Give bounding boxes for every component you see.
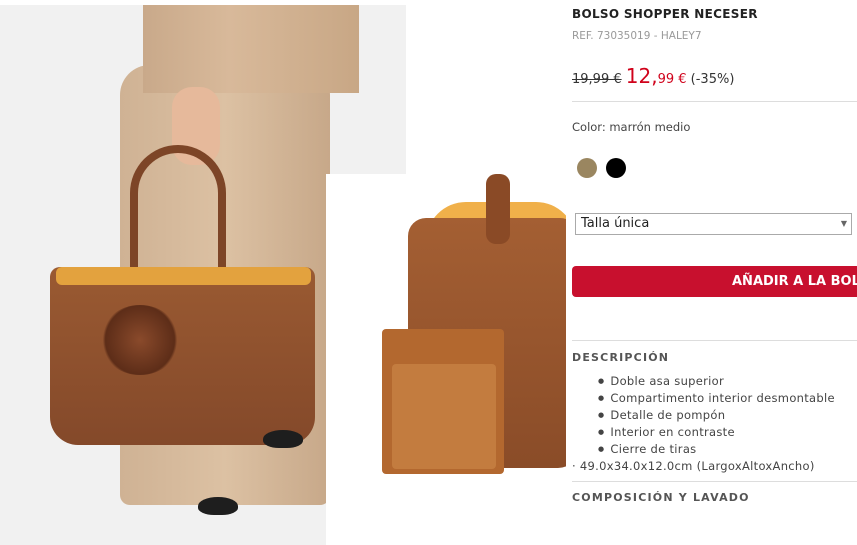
description-heading[interactable]: DESCRIPCIÓN <box>572 351 669 364</box>
product-title: BOLSO SHOPPER NECESER <box>572 7 758 21</box>
add-to-bag-label: AÑADIR A LA BOL <box>732 274 857 289</box>
add-to-bag-button[interactable]: AÑADIR A LA BOL <box>572 266 857 297</box>
product-image-detail[interactable] <box>326 174 566 545</box>
divider <box>572 481 857 482</box>
model-sweater <box>143 5 359 93</box>
bag-strap-detail <box>486 174 510 244</box>
color-label: Color: marrón medio <box>572 120 691 134</box>
shoe-left <box>198 497 238 515</box>
discount-percent: (-35%) <box>690 72 735 87</box>
list-item: Doble asa superior <box>598 374 835 391</box>
list-item: Detalle de pompón <box>598 408 835 425</box>
product-ref: REF. 73035019 - HALEY7 <box>572 30 702 42</box>
swatch-brown[interactable] <box>577 158 597 178</box>
shoe-right <box>263 430 303 448</box>
feature-list: Doble asa superior Compartimento interio… <box>598 374 835 459</box>
old-price: 19,99 € <box>572 72 622 87</box>
list-item: Cierre de tiras <box>598 442 835 459</box>
dimensions: · 49.0x34.0x12.0cm (LargoxAltoxAncho) <box>572 459 815 473</box>
bag-lining <box>56 267 311 285</box>
chevron-down-icon: ▼ <box>840 219 847 228</box>
bag-body <box>50 267 315 445</box>
new-price-decimal: 99 € <box>657 72 687 87</box>
divider <box>572 101 857 102</box>
price-row: 19,99 € 12,99 € (-35%) <box>572 64 734 88</box>
list-item: Compartimento interior desmontable <box>598 391 835 408</box>
composition-heading[interactable]: COMPOSICIÓN Y LAVADO <box>572 491 750 504</box>
divider <box>572 340 857 341</box>
swatch-black[interactable] <box>606 158 626 178</box>
pouch-pocket <box>392 364 496 469</box>
size-select-value: Talla única <box>581 216 650 231</box>
new-price-integer: 12, <box>625 64 658 88</box>
list-item: Interior en contraste <box>598 425 835 442</box>
pompom-charm <box>100 305 180 375</box>
size-select[interactable]: Talla única ▼ <box>575 213 852 235</box>
